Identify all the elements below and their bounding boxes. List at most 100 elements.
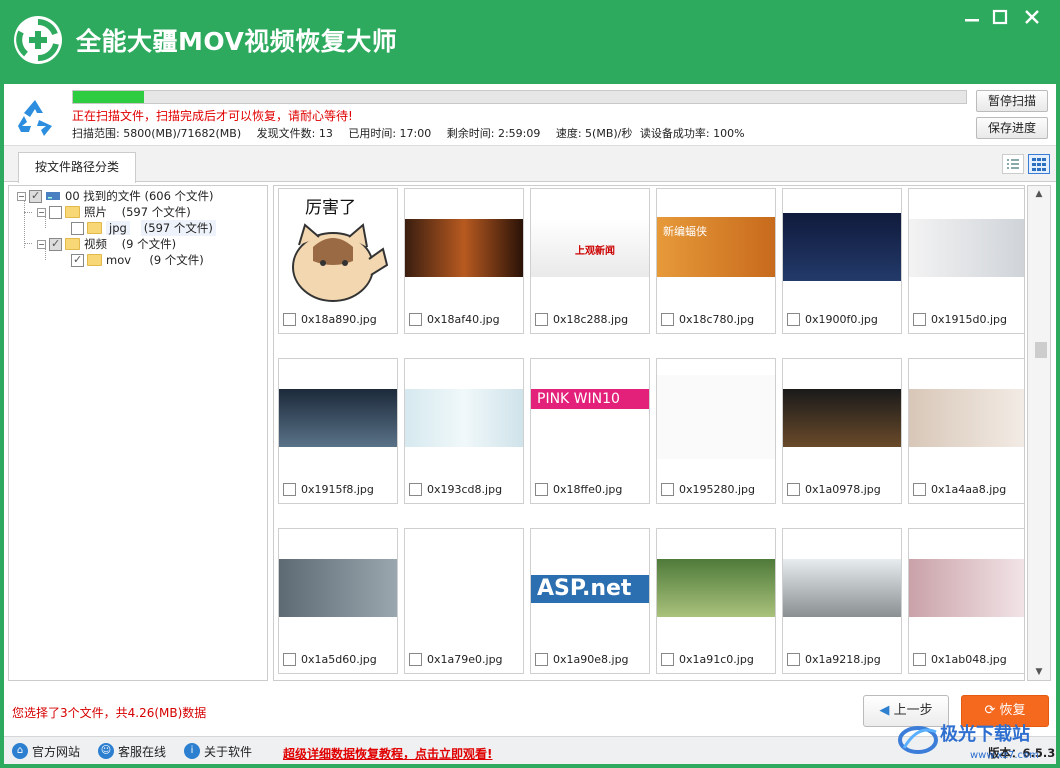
tutorial-link[interactable]: 超级详细数据恢复教程，点击立即观看!: [283, 745, 492, 762]
file-card[interactable]: 0x193cd8.jpg: [404, 358, 524, 504]
maximize-icon[interactable]: [988, 6, 1012, 28]
file-thumbnail[interactable]: 厉害了: [279, 189, 397, 307]
recycle-icon: [18, 100, 52, 136]
file-checkbox[interactable]: [283, 313, 296, 326]
file-thumbnail[interactable]: [657, 529, 775, 647]
file-card[interactable]: 0x18af40.jpg: [404, 188, 524, 334]
file-card[interactable]: 0x1ab048.jpg: [908, 528, 1024, 674]
file-card[interactable]: 0x1a9218.jpg: [782, 528, 902, 674]
file-checkbox[interactable]: [409, 313, 422, 326]
collapse-icon[interactable]: −: [17, 191, 26, 201]
file-checkbox[interactable]: [409, 483, 422, 496]
tree-item-videos[interactable]: − 视频 (9 个文件): [37, 236, 176, 252]
file-checkbox[interactable]: [661, 483, 674, 496]
file-card[interactable]: 0x1a91c0.jpg: [656, 528, 776, 674]
tree-checkbox[interactable]: [49, 237, 62, 251]
file-checkbox[interactable]: [661, 653, 674, 666]
file-card[interactable]: ASP.net 0x1a90e8.jpg: [530, 528, 650, 674]
thumbnail-caption: PINK WIN10: [531, 389, 649, 409]
file-thumbnail[interactable]: [909, 359, 1024, 477]
file-thumbnail[interactable]: 新编蝠侠: [657, 189, 775, 307]
file-checkbox[interactable]: [283, 653, 296, 666]
pause-scan-button[interactable]: 暂停扫描: [976, 90, 1048, 112]
file-checkbox[interactable]: [787, 313, 800, 326]
online-support-link[interactable]: ☺ 客服在线: [98, 741, 166, 761]
file-thumbnail[interactable]: [279, 359, 397, 477]
tab-bar: 按文件路径分类: [4, 146, 1056, 183]
file-card[interactable]: 新编蝠侠 0x18c780.jpg: [656, 188, 776, 334]
file-card[interactable]: 0x195280.jpg: [656, 358, 776, 504]
app-logo-icon: [14, 16, 62, 64]
collapse-icon[interactable]: −: [37, 239, 46, 249]
file-card[interactable]: 0x1a5d60.jpg: [278, 528, 398, 674]
official-website-link[interactable]: ⌂ 官方网站: [12, 741, 80, 761]
file-checkbox[interactable]: [535, 483, 548, 496]
file-card[interactable]: 0x1a4aa8.jpg: [908, 358, 1024, 504]
scrollbar-thumb[interactable]: [1035, 342, 1047, 358]
file-thumbnail[interactable]: [783, 359, 901, 477]
file-thumbnail[interactable]: [909, 529, 1024, 647]
list-view-button[interactable]: [1002, 154, 1024, 174]
file-name: 0x1915d0.jpg: [931, 313, 1008, 326]
file-caption: 0x18af40.jpg: [409, 313, 500, 326]
close-icon[interactable]: [1020, 6, 1044, 28]
about-software-link[interactable]: i 关于软件: [184, 741, 252, 761]
thumbnail-image: [279, 389, 397, 447]
file-thumbnail[interactable]: [909, 189, 1024, 307]
file-caption: 0x1a90e8.jpg: [535, 653, 629, 666]
file-card[interactable]: 0x1915d0.jpg: [908, 188, 1024, 334]
file-checkbox[interactable]: [535, 653, 548, 666]
scan-stats: 扫描范围: 5800(MB)/71682(MB) 发现文件数: 13 已用时间:…: [72, 125, 757, 141]
grid-scrollbar[interactable]: ▲ ▼: [1027, 185, 1051, 681]
minimize-icon[interactable]: [960, 6, 984, 28]
file-thumbnail[interactable]: [783, 189, 901, 307]
file-checkbox[interactable]: [913, 313, 926, 326]
file-thumbnail[interactable]: [405, 189, 523, 307]
tab-by-path[interactable]: 按文件路径分类: [18, 152, 136, 183]
file-thumbnail[interactable]: 上观新闻: [531, 189, 649, 307]
file-thumbnail[interactable]: [279, 529, 397, 647]
tree-checkbox[interactable]: [29, 189, 42, 203]
scroll-down-icon[interactable]: ▼: [1028, 664, 1050, 680]
file-caption: 0x195280.jpg: [661, 483, 755, 496]
scroll-up-icon[interactable]: ▲: [1028, 186, 1050, 202]
file-thumbnail[interactable]: [405, 529, 523, 647]
file-card[interactable]: 厉害了 0x18a890.jpg: [278, 188, 398, 334]
file-checkbox[interactable]: [661, 313, 674, 326]
scan-progress-bar: [72, 90, 967, 104]
file-card[interactable]: 0x1a0978.jpg: [782, 358, 902, 504]
file-thumbnail[interactable]: PINK WIN10: [531, 359, 649, 477]
file-checkbox[interactable]: [913, 483, 926, 496]
file-card[interactable]: 上观新闻 0x18c288.jpg: [530, 188, 650, 334]
file-thumbnail[interactable]: [783, 529, 901, 647]
thumbnail-view-button[interactable]: [1028, 154, 1050, 174]
tree-item-mov[interactable]: mov (9 个文件): [71, 252, 204, 268]
file-card[interactable]: PINK WIN10 0x18ffe0.jpg: [530, 358, 650, 504]
file-caption: 0x1a91c0.jpg: [661, 653, 754, 666]
collapse-icon[interactable]: −: [37, 207, 46, 217]
thumbnail-caption: 新编蝠侠: [663, 225, 707, 238]
file-checkbox[interactable]: [787, 483, 800, 496]
file-checkbox[interactable]: [409, 653, 422, 666]
tree-checkbox[interactable]: [71, 221, 84, 235]
tree-item-jpg[interactable]: jpg (597 个文件): [71, 220, 216, 236]
file-checkbox[interactable]: [787, 653, 800, 666]
file-card[interactable]: 0x1a79e0.jpg: [404, 528, 524, 674]
file-checkbox[interactable]: [283, 483, 296, 496]
save-progress-button[interactable]: 保存进度: [976, 117, 1048, 139]
tree-checkbox[interactable]: [49, 205, 62, 219]
file-thumbnail[interactable]: [405, 359, 523, 477]
file-caption: 0x18c288.jpg: [535, 313, 628, 326]
tree-item-photos[interactable]: − 照片 (597 个文件): [37, 204, 191, 220]
file-checkbox[interactable]: [913, 653, 926, 666]
file-thumbnail[interactable]: [657, 359, 775, 477]
tree-item-root[interactable]: − 00 找到的文件 (606 个文件): [17, 188, 214, 204]
file-checkbox[interactable]: [535, 313, 548, 326]
scan-message: 正在扫描文件，扫描完成后才可以恢复，请耐心等待!: [72, 109, 353, 123]
file-card[interactable]: 0x1915f8.jpg: [278, 358, 398, 504]
file-thumbnail[interactable]: ASP.net: [531, 529, 649, 647]
file-card[interactable]: 0x1900f0.jpg: [782, 188, 902, 334]
file-name: 0x1ab048.jpg: [931, 653, 1007, 666]
tree-checkbox[interactable]: [71, 253, 84, 267]
file-caption: 0x1915d0.jpg: [913, 313, 1007, 326]
